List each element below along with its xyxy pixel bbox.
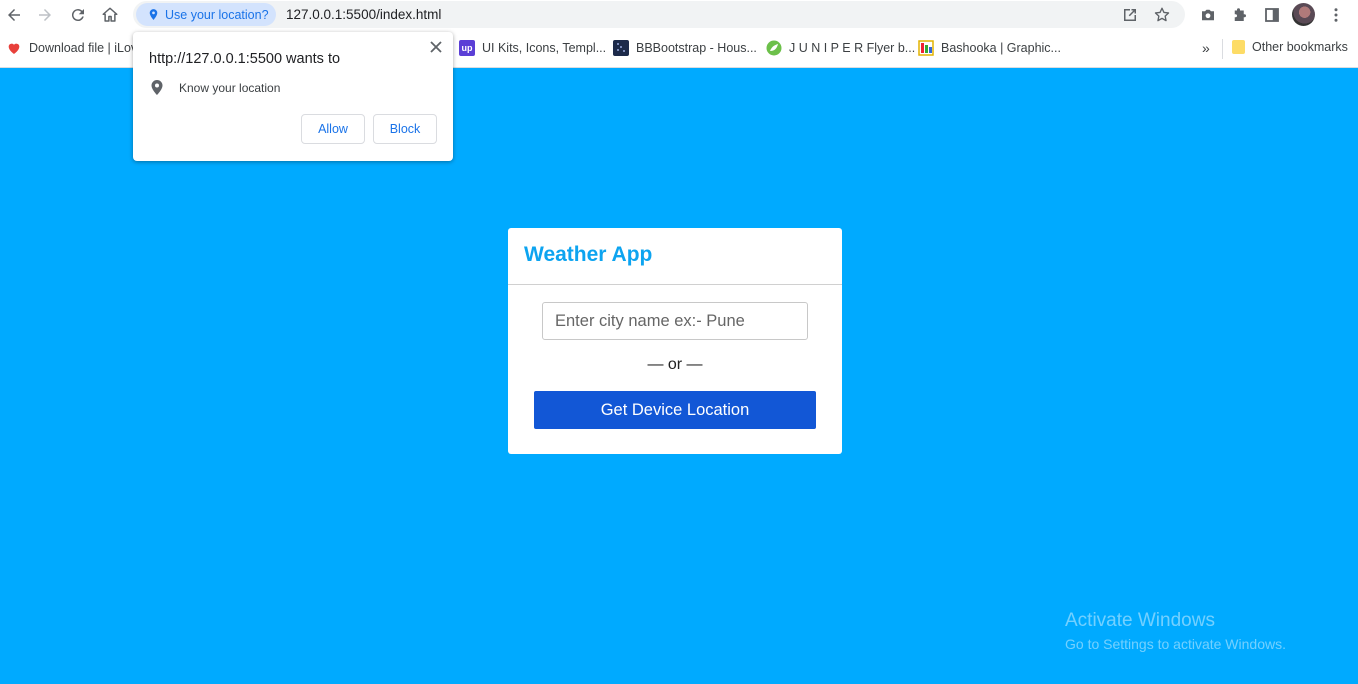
- profile-avatar[interactable]: [1292, 3, 1315, 26]
- reload-icon[interactable]: [66, 3, 90, 27]
- bookmark-item[interactable]: Bashooka | Graphic...: [918, 40, 1061, 56]
- bookmark-item[interactable]: up UI Kits, Icons, Templ...: [459, 40, 606, 56]
- bookmark-label: BBBootstrap - Hous...: [636, 41, 757, 55]
- permission-text: Know your location: [179, 81, 281, 95]
- bashooka-icon: [918, 40, 934, 56]
- up-icon: up: [459, 40, 475, 56]
- location-pin-icon: [147, 8, 160, 21]
- block-button[interactable]: Block: [373, 114, 437, 144]
- address-bar[interactable]: Use your location? 127.0.0.1:5500/index.…: [133, 1, 1185, 28]
- url-text[interactable]: 127.0.0.1:5500/index.html: [286, 7, 441, 22]
- location-permission-popup: http://127.0.0.1:5500 wants to Know your…: [133, 32, 453, 161]
- bookmarks-overflow-button[interactable]: »: [1202, 40, 1210, 56]
- bookmark-item[interactable]: BBBootstrap - Hous...: [613, 40, 757, 56]
- bookmarks-divider: [1222, 39, 1223, 59]
- heart-icon: [6, 40, 22, 56]
- app-title: Weather App: [524, 243, 653, 266]
- overflow-chevron-icon: »: [1202, 40, 1210, 56]
- folder-icon: [1232, 40, 1245, 54]
- side-panel-icon[interactable]: [1262, 5, 1282, 25]
- weather-card: Weather App — or — Get Device Location: [508, 228, 842, 454]
- browser-toolbar: Use your location? 127.0.0.1:5500/index.…: [0, 0, 1358, 30]
- location-chip-label: Use your location?: [165, 7, 269, 22]
- menu-kebab-icon[interactable]: [1326, 5, 1346, 25]
- share-icon[interactable]: [1121, 6, 1139, 24]
- back-arrow-icon[interactable]: [2, 3, 26, 27]
- forward-arrow-icon[interactable]: [33, 3, 57, 27]
- other-bookmarks-button[interactable]: Other bookmarks: [1232, 40, 1348, 54]
- other-bookmarks-label: Other bookmarks: [1252, 40, 1348, 54]
- bookmark-item[interactable]: Download file | iLov: [6, 40, 137, 56]
- card-header: Weather App: [508, 228, 842, 285]
- city-search-input[interactable]: [542, 302, 808, 340]
- bookmark-star-icon[interactable]: [1153, 6, 1171, 24]
- activate-windows-title: Activate Windows: [1065, 610, 1215, 631]
- camera-icon[interactable]: [1198, 5, 1218, 25]
- bookmark-label: Download file | iLov: [29, 41, 138, 55]
- close-icon[interactable]: [429, 40, 445, 56]
- bookmark-item[interactable]: J U N I P E R Flyer b...: [766, 40, 915, 56]
- bookmark-label: UI Kits, Icons, Templ...: [482, 41, 607, 55]
- activate-windows-subtitle: Go to Settings to activate Windows.: [1065, 636, 1286, 652]
- popup-title: http://127.0.0.1:5500 wants to: [149, 51, 341, 67]
- allow-button[interactable]: Allow: [301, 114, 365, 144]
- get-device-location-button[interactable]: Get Device Location: [534, 391, 816, 429]
- bookmark-label: J U N I P E R Flyer b...: [789, 41, 916, 55]
- leaf-icon: [766, 40, 782, 56]
- bbbootstrap-icon: [613, 40, 629, 56]
- extensions-puzzle-icon[interactable]: [1230, 5, 1250, 25]
- location-pin-icon: [151, 80, 163, 95]
- bookmark-label: Bashooka | Graphic...: [941, 41, 1061, 55]
- home-icon[interactable]: [98, 3, 122, 27]
- or-separator: — or —: [647, 356, 703, 373]
- location-permission-chip[interactable]: Use your location?: [136, 3, 276, 26]
